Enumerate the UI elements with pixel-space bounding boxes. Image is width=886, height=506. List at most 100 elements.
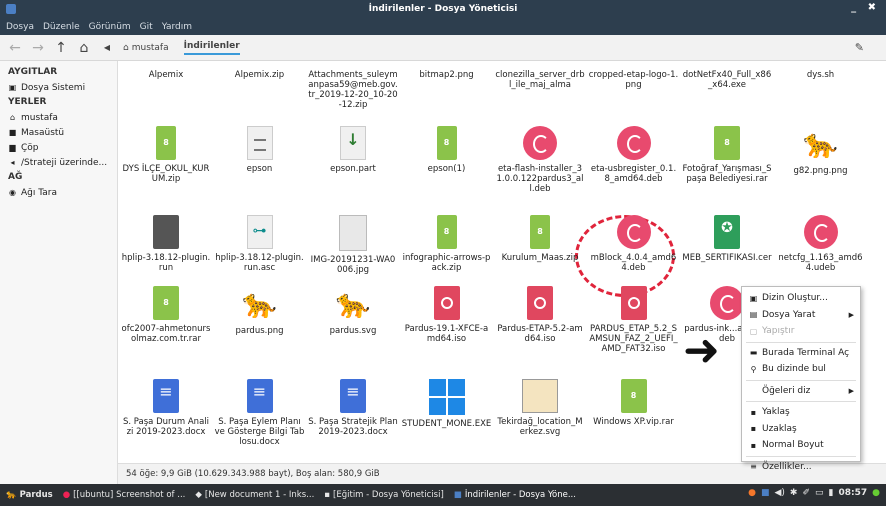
file-item[interactable]: ofc2007-ahmetonursolmaz.com.tr.rar — [121, 286, 211, 344]
power-icon[interactable]: ● — [872, 488, 880, 498]
file-item[interactable]: STUDENT_MONE.EXE — [402, 379, 492, 429]
txtf-file-icon — [246, 126, 273, 160]
file-item[interactable]: 🐆 pardus.png — [215, 286, 305, 336]
rar-file-icon — [620, 379, 647, 413]
context-menu-item[interactable]: ▬ Burada Terminal Aç — [742, 345, 860, 362]
file-item[interactable]: hplip-3.18.12-plugin.run — [121, 215, 211, 273]
file-item[interactable]: mBlock_4.0.4_amd64.deb — [589, 215, 679, 273]
zip-file-icon — [156, 126, 176, 160]
context-menu-item[interactable]: ≡ Özellikler... — [742, 459, 860, 476]
volume-icon[interactable]: ◀) — [774, 488, 784, 498]
file-item[interactable]: 🐆 g82.png.png — [776, 126, 866, 176]
sidebar-item-home[interactable]: ⌂ mustafa — [8, 110, 117, 125]
file-item[interactable]: epson — [215, 126, 305, 174]
edit-path-icon[interactable]: ✎ — [855, 41, 864, 54]
file-item[interactable]: Pardus-19.1-XFCE-amd64.iso — [402, 286, 492, 344]
sidebar-item-label: Çöp — [21, 142, 39, 153]
sidebar-item-strateji[interactable]: ◂ /Strateji üzerinde... — [8, 155, 117, 170]
file-item[interactable]: PARDUS_ETAP_5.2_SAMSUN_FAZ_2_UEFI_AMD_FA… — [589, 286, 679, 354]
file-item[interactable]: Kurulum_Maas.zip — [495, 215, 585, 263]
file-name: Alpemix.zip — [234, 70, 285, 80]
forward-arrow-icon[interactable]: → — [31, 40, 45, 56]
file-item[interactable]: S. Paşa Durum Analizi 2019-2023.docx — [121, 379, 211, 437]
file-item[interactable]: Pardus-ETAP-5.2-amd64.iso — [495, 286, 585, 344]
file-item[interactable]: Tekirdağ_location_Merkez.svg — [495, 379, 585, 437]
file-name: g82.png.png — [793, 166, 848, 176]
context-menu-item[interactable]: Öğeleri diz ▶ — [742, 383, 860, 400]
menu-duzenle[interactable]: Düzenle — [43, 22, 80, 32]
home-icon[interactable]: ⌂ — [77, 40, 91, 56]
up-arrow-icon[interactable]: ↑ — [54, 40, 68, 56]
file-item[interactable]: netcfg_1.163_amd64.udeb — [776, 215, 866, 273]
context-menu-item[interactable]: ▤ Dosya Yarat ▶ — [742, 307, 860, 324]
taskbar-task[interactable]: ◆ [New document 1 - Inks... — [195, 490, 314, 500]
menu-separator — [746, 401, 856, 402]
file-item[interactable]: clonezilla_server_drbl_ile_maj_alma — [495, 61, 585, 90]
file-name: epson — [246, 164, 273, 174]
menu-dosya[interactable]: Dosya — [6, 22, 34, 32]
menu-yardim[interactable]: Yardım — [162, 22, 192, 32]
deb-file-icon — [710, 286, 744, 320]
context-menu-item[interactable]: ▪ Uzaklaş — [742, 421, 860, 438]
file-item[interactable]: S. Paşa Eylem Planı ve Gösterge Bilgi Ta… — [215, 379, 305, 447]
file-item[interactable]: epson(1) — [402, 126, 492, 174]
menu-gorunum[interactable]: Görünüm — [89, 22, 131, 32]
breadcrumb-home[interactable]: ⌂ mustafa — [123, 43, 169, 53]
breadcrumb-left-chevron-icon[interactable]: ◀ — [100, 43, 114, 52]
start-menu-button[interactable]: 🐆 Pardus — [6, 490, 53, 500]
file-name: IMG-20191231-WA0006.jpg — [310, 255, 396, 275]
sidebar-item-trash[interactable]: ▆ Çöp — [8, 140, 117, 155]
menu-git[interactable]: Git — [140, 22, 153, 32]
sidebar-item-desktop[interactable]: ■ Masaüstü — [8, 125, 117, 140]
file-name: pardus.svg — [329, 326, 377, 336]
breadcrumb-current[interactable]: İndirilenler — [183, 41, 240, 55]
zip-file-icon — [436, 215, 457, 249]
file-item[interactable]: hplip-3.18.12-plugin.run.asc — [215, 215, 305, 273]
battery-icon[interactable]: ▮ — [829, 488, 834, 498]
file-item[interactable]: DYS İLÇE_OKUL_KURUM.zip — [121, 126, 211, 184]
file-item[interactable]: bitmap2.png — [402, 61, 492, 80]
cat-file-icon: 🐆 — [242, 287, 277, 320]
iso-file-icon — [620, 286, 647, 320]
context-menu-item[interactable]: ▪ Normal Boyut — [742, 437, 860, 454]
breadcrumb-home-label: mustafa — [131, 42, 169, 53]
file-item[interactable]: S. Paşa Stratejik Plan 2019-2023.docx — [308, 379, 398, 437]
file-item[interactable]: Alpemix.zip — [215, 61, 305, 80]
file-item[interactable]: Attachments_suleymanpasa59@meb.gov.tr_20… — [308, 61, 398, 110]
part-file-icon — [340, 126, 366, 160]
sidebar-section-network: AĞ — [8, 172, 23, 182]
file-item[interactable]: epson.part — [308, 126, 398, 174]
window-list-icon[interactable]: ■ — [761, 488, 770, 498]
file-item[interactable]: Fotoğraf_Yarışması_Spaşa Belediyesi.rar — [682, 126, 772, 184]
file-item[interactable]: cropped-etap-logo-1.png — [589, 61, 679, 90]
taskbar-task[interactable]: ● [[ubuntu] Screenshot of ... — [63, 490, 186, 500]
file-name: Fotoğraf_Yarışması_Spaşa Belediyesi.rar — [682, 164, 772, 184]
cert-file-icon — [714, 215, 740, 249]
file-item[interactable]: infographic-arrows-pack.zip — [402, 215, 492, 273]
file-item[interactable]: dys.sh — [776, 61, 866, 80]
file-item[interactable]: Windows XP.vip.rar — [589, 379, 679, 427]
file-item[interactable]: Alpemix — [121, 61, 211, 80]
file-item[interactable]: dotNetFx40_Full_x86_x64.exe — [682, 61, 772, 90]
file-item[interactable]: eta-flash-installer_31.0.0.122pardus3_al… — [495, 126, 585, 194]
brush-icon[interactable]: ✐ — [802, 488, 810, 498]
back-arrow-icon[interactable]: ← — [8, 40, 22, 56]
drive-icon: ▣ — [8, 83, 17, 92]
window-controls[interactable]: _ ✖ — [851, 2, 880, 13]
context-menu-item[interactable]: ▣ Dizin Oluştur... — [742, 290, 860, 307]
taskbar-task-active[interactable]: ■ İndirilenler - Dosya Yöne... — [454, 490, 576, 500]
context-menu-item[interactable]: ▪ Yaklaş — [742, 404, 860, 421]
file-item[interactable]: eta-usbregister_0.1.8_amd64.deb — [589, 126, 679, 184]
file-item[interactable]: IMG-20191231-WA0006.jpg — [308, 215, 398, 275]
context-menu-item[interactable]: ⚲ Bu dizinde bul — [742, 361, 860, 378]
file-item[interactable]: MEB_SERTIFIKASI.cer — [682, 215, 772, 263]
sidebar-item-browse-network[interactable]: ◉ Ağı Tara — [8, 185, 117, 200]
network-tray-icon[interactable]: ✱ — [790, 488, 798, 498]
clock[interactable]: 08:57 — [838, 488, 867, 498]
firefox-icon[interactable]: ● — [748, 488, 756, 498]
folder-icon: ▪ — [324, 490, 331, 500]
file-item[interactable]: 🐆 pardus.svg — [308, 286, 398, 336]
sidebar-item-filesystem[interactable]: ▣ Dosya Sistemi — [8, 80, 117, 95]
display-icon[interactable]: ▭ — [815, 488, 824, 498]
taskbar-task[interactable]: ▪ [Eğitim - Dosya Yöneticisi] — [324, 490, 444, 500]
